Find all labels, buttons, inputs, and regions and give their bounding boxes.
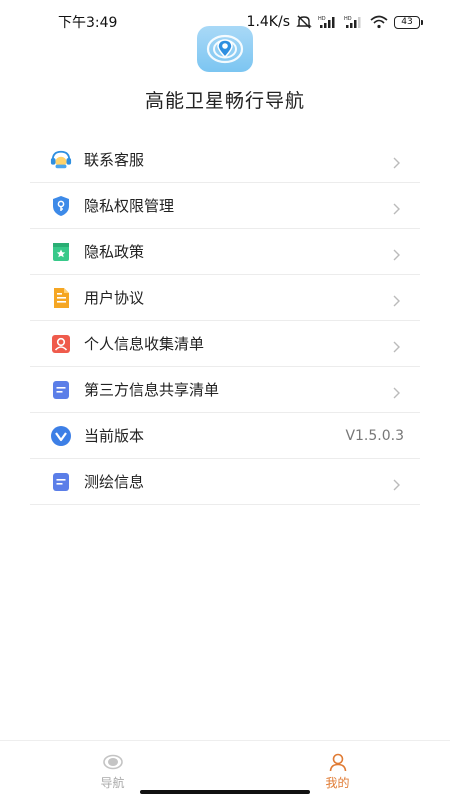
menu-item-third-party-list[interactable]: 第三方信息共享清单 [30,367,420,413]
menu-label: 个人信息收集清单 [84,335,205,353]
version-value: V1.5.0.3 [345,427,404,444]
menu-item-contact-service[interactable]: 联系客服 [30,137,420,183]
customer-service-icon [50,149,72,171]
menu-item-current-version[interactable]: 当前版本 V1.5.0.3 [30,413,420,459]
menu-item-personal-info-list[interactable]: 个人信息收集清单 [30,321,420,367]
status-time: 下午3:49 [58,15,118,31]
chevron-right-icon [390,154,402,168]
bookmark-star-icon [50,241,72,263]
menu-label: 隐私政策 [84,243,145,261]
shield-key-icon [50,195,72,217]
nav-label-navigation: 导航 [100,776,125,790]
version-v-icon [50,425,72,447]
chevron-right-icon [390,292,402,306]
menu-label: 用户协议 [84,289,145,307]
menu-item-privacy-permission[interactable]: 隐私权限管理 [30,183,420,229]
navigation-eye-icon [102,752,123,772]
menu-label: 联系客服 [84,151,145,169]
chevron-right-icon [390,384,402,398]
nav-label-mine: 我的 [325,776,350,790]
menu-item-user-agreement[interactable]: 用户协议 [30,275,420,321]
chevron-right-icon [390,338,402,352]
signal-hd-icon: HD [318,15,338,29]
home-indicator[interactable] [140,790,310,794]
app-logo [197,26,253,72]
list-doc-icon [50,471,72,493]
user-card-icon [50,333,72,355]
net-speed: 1.4K/s [246,14,290,30]
menu-list: 联系客服 隐私权限管理 隐私政策 用户协议 个人信息收集清单 第三方信息共享清单… [30,137,420,505]
app-title: 高能卫星畅行导航 [144,90,305,112]
menu-item-surveying-info[interactable]: 测绘信息 [30,459,420,505]
wifi-icon [370,15,388,29]
menu-item-privacy-policy[interactable]: 隐私政策 [30,229,420,275]
mute-icon [296,15,312,29]
svg-text:HD: HD [344,16,352,22]
menu-label: 第三方信息共享清单 [84,381,220,399]
user-icon [328,752,348,772]
menu-label: 测绘信息 [84,473,145,491]
menu-label: 当前版本 [84,427,145,445]
status-right: 1.4K/s HD HD 43 [246,14,423,30]
list-doc-icon [50,379,72,401]
chevron-right-icon [390,476,402,490]
chevron-right-icon [390,246,402,260]
signal-hd-2-icon: HD [344,15,364,29]
document-icon [50,287,72,309]
screen: 下午3:49 1.4K/s HD HD 43 高能卫星畅行导航 联系客服 隐私权… [0,0,450,800]
chevron-right-icon [390,200,402,214]
battery-icon: 43 [394,15,423,29]
menu-label: 隐私权限管理 [84,197,175,215]
svg-text:HD: HD [318,16,326,22]
